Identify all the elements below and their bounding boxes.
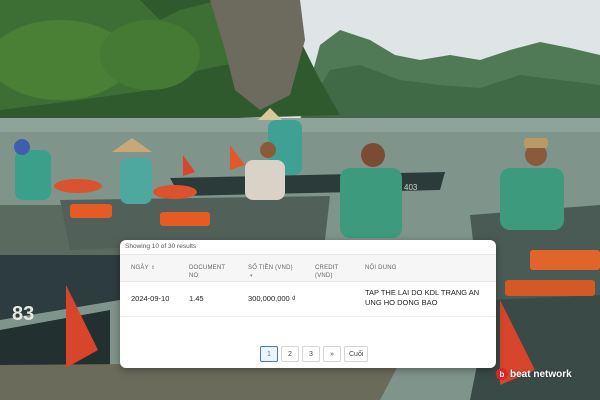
pagination: 1 2 3 » Cuối bbox=[260, 346, 369, 362]
boat-side-text: 403 bbox=[404, 183, 418, 192]
cell-content: TAP THE LAI DO KDL TRANG AN UNG HO DONG … bbox=[365, 288, 480, 307]
beat-logo-icon: b bbox=[496, 368, 508, 380]
sort-icon: ⇕ bbox=[150, 265, 156, 271]
page-3-button[interactable]: 3 bbox=[302, 346, 320, 362]
table-header: NGÀY ⇕ DOCUMENT NO SỐ TIỀN (VND) ▾ CREDIT … bbox=[120, 254, 496, 282]
column-header-credit: CREDIT (VND) bbox=[315, 265, 339, 279]
results-count: Showing 10 of 30 results bbox=[125, 243, 197, 250]
cell-document-no: 1.45 bbox=[189, 294, 204, 303]
column-header-document-no: DOCUMENT NO bbox=[189, 265, 226, 279]
next-page-button[interactable]: » bbox=[323, 346, 341, 362]
page-2-button[interactable]: 2 bbox=[281, 346, 299, 362]
transaction-table-card: Showing 10 of 30 results NGÀY ⇕ DOCUMENT … bbox=[120, 240, 496, 368]
boat-number-text: 83 bbox=[12, 303, 34, 325]
column-header-content: NỘI DUNG bbox=[365, 265, 397, 271]
last-page-button[interactable]: Cuối bbox=[344, 346, 369, 362]
sort-down-icon: ▾ bbox=[250, 273, 253, 279]
watermark-text: beat network bbox=[510, 368, 572, 380]
page-1-button[interactable]: 1 bbox=[260, 346, 278, 362]
cell-amount: 300,000,000 ₫ bbox=[248, 294, 296, 303]
row-divider bbox=[120, 316, 496, 317]
column-header-date[interactable]: NGÀY ⇕ bbox=[131, 264, 155, 272]
column-header-amount[interactable]: SỐ TIỀN (VND) ▾ bbox=[248, 264, 308, 280]
cell-date: 2024-09-10 bbox=[131, 294, 170, 303]
watermark: b beat network bbox=[496, 368, 572, 380]
